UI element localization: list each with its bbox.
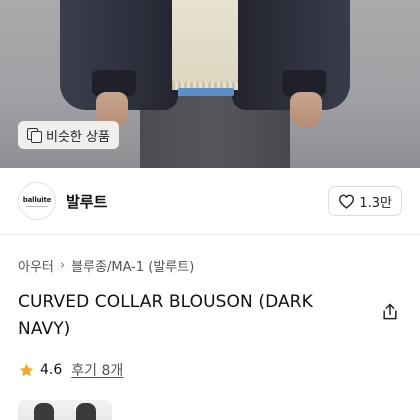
like-count: 1.3만 [359, 195, 392, 211]
thumbnail-figure [76, 403, 96, 420]
photo-sweater [172, 0, 238, 86]
like-button[interactable]: 1.3만 [328, 186, 402, 216]
shop-logo-underline [26, 205, 48, 207]
similar-products-button[interactable]: 비슷한 상품 [18, 121, 119, 149]
chevron-right-icon: › [59, 258, 66, 273]
similar-products-label: 비슷한 상품 [46, 129, 110, 145]
thumbnail-figure [34, 403, 54, 420]
breadcrumb-item-blouson[interactable]: 블루종/MA-1 (발루트) [71, 256, 194, 275]
copy-icon [27, 128, 42, 143]
shop-row: balluite 발루트 1.3만 [0, 168, 420, 234]
heart-icon [339, 194, 355, 209]
shop-logo[interactable]: balluite [18, 182, 56, 220]
star-icon [19, 363, 34, 376]
review-photo-thumbnail[interactable] [18, 400, 112, 420]
product-title: CURVED COLLAR BLOUSON (DARK NAVY) [18, 292, 313, 339]
rating-row: 4.6 후기 8개 [18, 360, 123, 380]
breadcrumb-item-outer[interactable]: 아우터 [18, 256, 54, 275]
section-divider [0, 234, 420, 235]
share-icon[interactable] [380, 302, 400, 322]
shop-logo-text: balluite [22, 195, 52, 204]
product-main-image[interactable]: 비슷한 상품 [0, 0, 420, 168]
shop-name[interactable]: 발루트 [66, 191, 107, 212]
reviews-link[interactable]: 후기 8개 [71, 360, 123, 380]
photo-hand-right [290, 92, 322, 128]
rating-score: 4.6 [40, 362, 63, 378]
breadcrumb: 아우터 › 블루종/MA-1 (발루트) [18, 256, 194, 275]
photo-shirt-hem [178, 88, 234, 96]
